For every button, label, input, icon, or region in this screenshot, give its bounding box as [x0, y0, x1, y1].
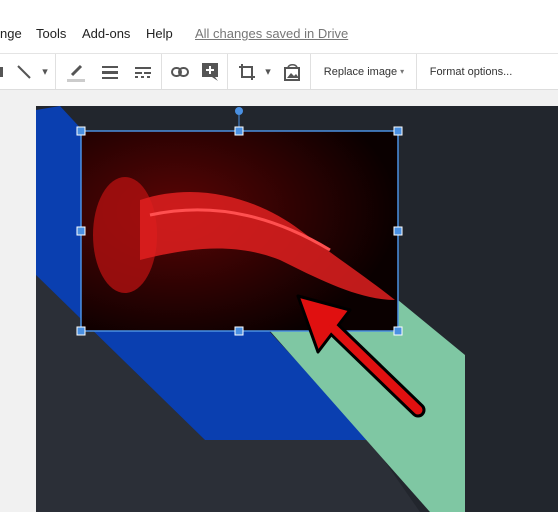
jellyfish-image[interactable] [81, 131, 398, 331]
rotate-handle[interactable] [235, 107, 243, 115]
slide-canvas[interactable] [0, 0, 558, 512]
